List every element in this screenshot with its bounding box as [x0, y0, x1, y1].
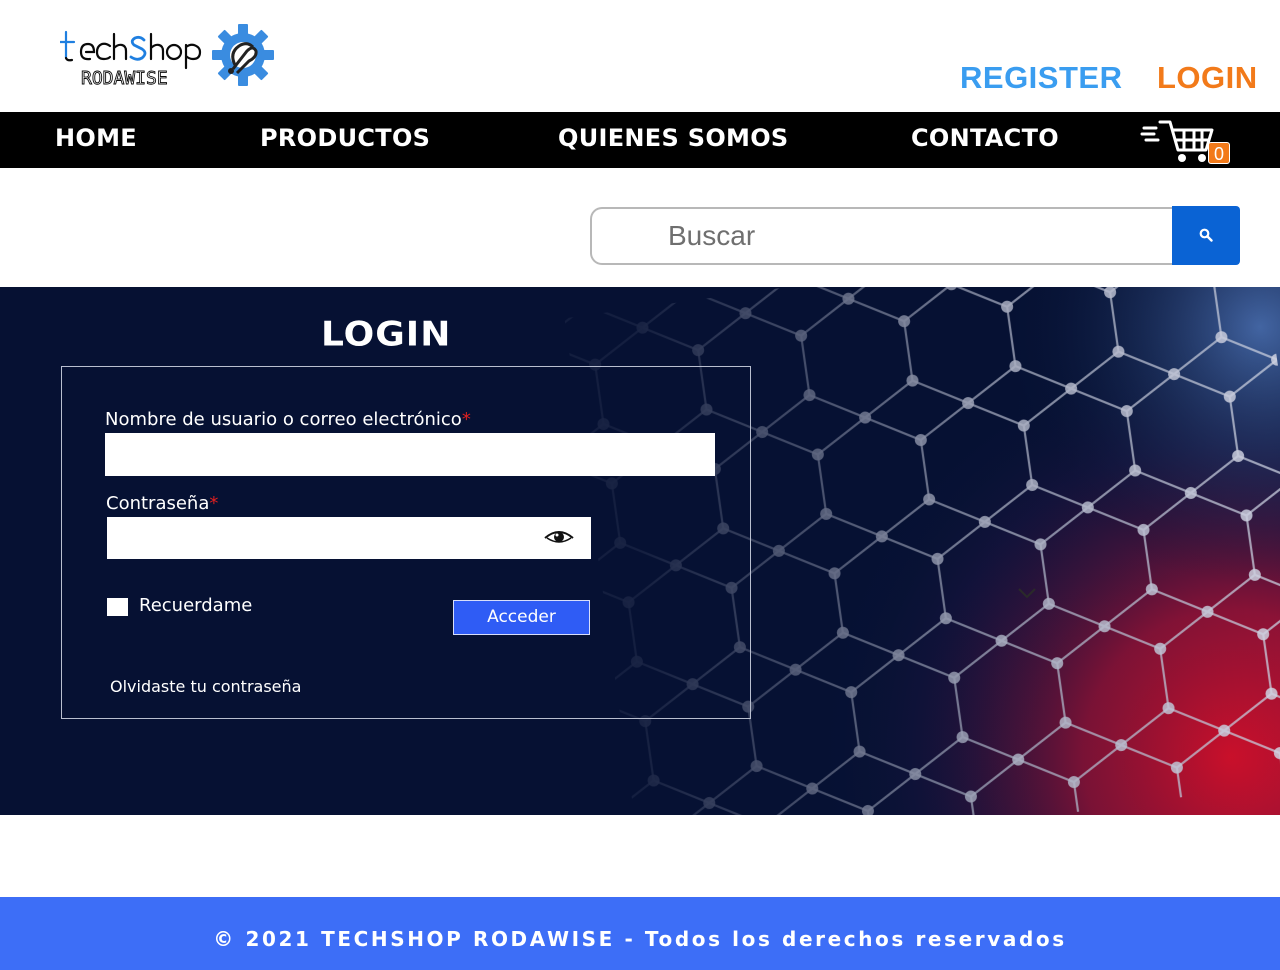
cart-count-badge: 0 — [1208, 142, 1230, 164]
remember-checkbox[interactable] — [107, 598, 128, 616]
svg-text:RODAWISE: RODAWISE — [81, 68, 168, 88]
nav-item-home[interactable]: HOME — [55, 124, 137, 152]
footer: © 2021 TECHSHOP RODAWISE - Todos los der… — [0, 897, 1280, 970]
login-form: Nombre de usuario o correo electrónico* … — [61, 366, 751, 719]
acceder-button[interactable]: Acceder — [453, 600, 590, 635]
username-label-text: Nombre de usuario o correo electrónico — [105, 409, 462, 430]
logo-wordmark: RODAWISE — [60, 30, 202, 88]
login-hero: LOGIN Nombre de usuario o correo electró… — [0, 287, 1280, 815]
forgot-password-link[interactable]: Olvidaste tu contraseña — [110, 677, 301, 696]
login-heading: LOGIN — [321, 315, 452, 354]
nav-item-contacto[interactable]: CONTACTO — [911, 124, 1059, 152]
chevron-down-icon[interactable] — [1017, 586, 1037, 600]
remember-label: Recuerdame — [139, 595, 253, 616]
login-link[interactable]: LOGIN — [1157, 60, 1258, 96]
search-input[interactable] — [590, 207, 1174, 265]
search-icon — [1199, 228, 1213, 242]
eye-icon[interactable] — [543, 528, 575, 548]
password-label-text: Contraseña — [106, 493, 210, 514]
username-field[interactable] — [105, 433, 715, 476]
main-nav: HOME PRODUCTOS QUIENES SOMOS CONTACTO 0 — [0, 112, 1280, 168]
nav-item-productos[interactable]: PRODUCTOS — [260, 124, 430, 152]
password-label: Contraseña* — [106, 493, 218, 514]
header: RODAWISE REGISTER LOGIN — [0, 0, 1280, 112]
password-field[interactable] — [107, 517, 591, 559]
cart-button[interactable]: 0 — [1140, 116, 1235, 166]
username-label: Nombre de usuario o correo electrónico* — [105, 409, 471, 430]
footer-copyright: © 2021 TECHSHOP RODAWISE - Todos los der… — [213, 927, 1067, 951]
register-link[interactable]: REGISTER — [960, 60, 1122, 96]
required-mark: * — [209, 493, 219, 514]
techshop-logo[interactable]: RODAWISE — [60, 22, 280, 88]
search-button[interactable] — [1172, 206, 1240, 265]
required-mark: * — [461, 409, 471, 430]
nav-item-quienes-somos[interactable]: QUIENES SOMOS — [558, 124, 789, 152]
gear-logo-icon — [212, 24, 274, 86]
search-bar — [590, 206, 1240, 266]
